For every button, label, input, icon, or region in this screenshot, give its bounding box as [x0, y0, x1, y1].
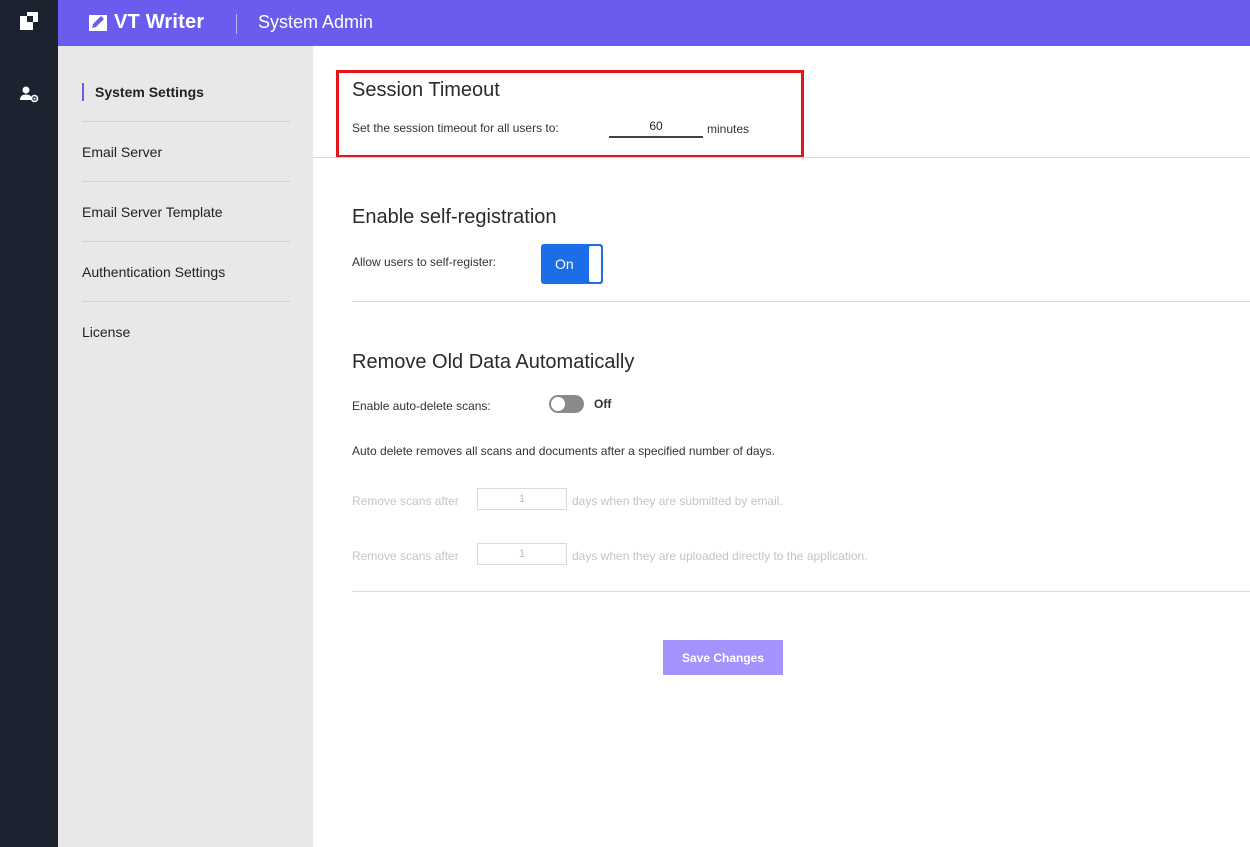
sidebar-item-label: Email Server Template: [82, 203, 223, 220]
top-header: VT Writer System Admin: [58, 0, 1250, 46]
active-indicator: [82, 83, 84, 101]
upload-row-prefix: Remove scans after: [352, 549, 459, 563]
section-divider: [352, 591, 1250, 592]
sidebar-item-label: Authentication Settings: [82, 263, 226, 280]
header-divider: [236, 14, 237, 34]
main-content: Session Timeout Set the session timeout …: [313, 46, 1250, 847]
icon-rail: [0, 0, 58, 847]
sidebar-item-email-server[interactable]: Email Server: [82, 122, 290, 182]
remove-old-data-title: Remove Old Data Automatically: [352, 351, 635, 373]
session-timeout-title: Session Timeout: [352, 79, 500, 101]
brand-pen-icon: [89, 14, 107, 31]
brand[interactable]: VT Writer: [88, 11, 204, 34]
self-registration-prompt: Allow users to self-register:: [352, 255, 497, 269]
auto-delete-toggle[interactable]: [549, 395, 584, 413]
toggle-knob: [589, 246, 601, 282]
save-changes-button[interactable]: Save Changes: [663, 640, 783, 675]
self-registration-toggle[interactable]: On: [541, 244, 603, 284]
toggle-label: Off: [594, 397, 612, 411]
sidebar-item-email-server-template[interactable]: Email Server Template: [82, 182, 290, 242]
email-row-prefix: Remove scans after: [352, 494, 459, 508]
auto-delete-description: Auto delete removes all scans and docume…: [352, 444, 775, 458]
section-divider: [313, 157, 1250, 158]
toggle-knob: [551, 397, 565, 411]
toggle-label: On: [555, 256, 574, 272]
sidebar-item-label: License: [82, 324, 131, 340]
sidebar-item-system-settings[interactable]: System Settings: [82, 62, 290, 122]
app-logo-icon[interactable]: [20, 12, 38, 30]
session-timeout-unit: minutes: [707, 122, 750, 136]
user-settings-icon[interactable]: [19, 85, 39, 103]
brand-name: VT Writer: [114, 11, 205, 33]
sidebar-item-label: System Settings: [95, 83, 204, 100]
section-title: System Admin: [258, 12, 374, 32]
upload-row-suffix: days when they are uploaded directly to …: [572, 549, 868, 563]
session-timeout-prompt: Set the session timeout for all users to…: [352, 121, 559, 135]
session-timeout-input[interactable]: [609, 116, 703, 138]
sidebar-item-label: Email Server: [82, 143, 163, 160]
section-divider: [352, 301, 1250, 302]
settings-sidebar: System Settings Email Server Email Serve…: [58, 46, 313, 847]
email-row-suffix: days when they are submitted by email.: [572, 494, 783, 508]
auto-delete-prompt: Enable auto-delete scans:: [352, 399, 491, 413]
self-registration-title: Enable self-registration: [352, 206, 557, 228]
upload-days-input[interactable]: [477, 543, 567, 565]
sidebar-item-license[interactable]: License: [82, 302, 290, 362]
email-days-input[interactable]: [477, 488, 567, 510]
sidebar-item-authentication-settings[interactable]: Authentication Settings: [82, 242, 290, 302]
